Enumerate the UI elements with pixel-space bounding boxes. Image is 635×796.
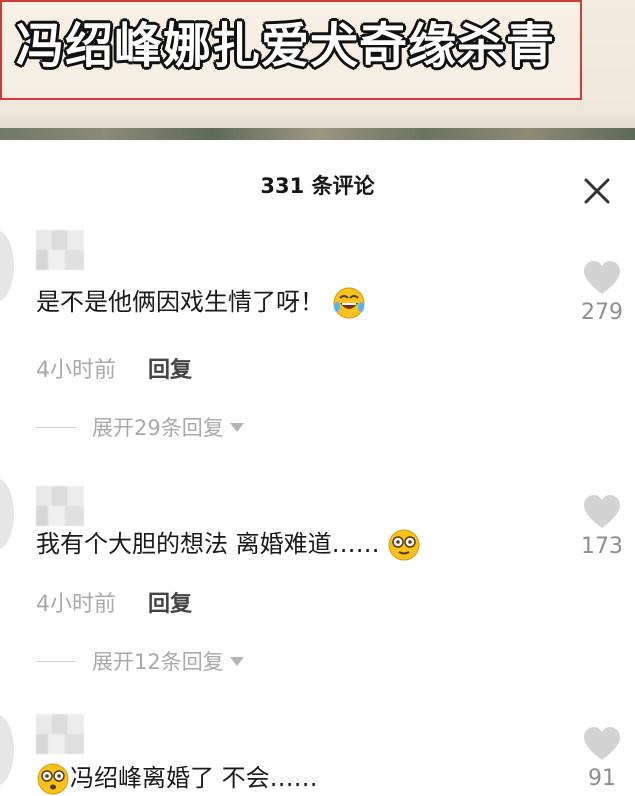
close-icon xyxy=(584,178,610,204)
expand-replies-button[interactable]: 展开12条回复 xyxy=(36,646,244,676)
expand-replies-button[interactable]: 展开29条回复 xyxy=(36,412,244,442)
expand-replies-label: 展开12条回复 xyxy=(92,650,224,674)
reply-button[interactable]: 回复 xyxy=(148,358,192,383)
dizzy-face-emoji-icon xyxy=(388,529,420,561)
username-blurred[interactable] xyxy=(36,230,84,270)
like-count: 173 xyxy=(581,534,623,559)
comment-text-row: 是不是他俩因戏生情了呀！ xyxy=(36,286,366,320)
comment-text: 冯绍峰离婚了 不会…… xyxy=(70,764,318,792)
comment-text-row: 冯绍峰离婚了 不会…… xyxy=(36,762,318,796)
divider xyxy=(36,660,76,662)
avatar[interactable] xyxy=(0,230,14,302)
like-button[interactable]: 279 xyxy=(572,260,632,325)
avatar[interactable] xyxy=(0,478,14,550)
username-blurred[interactable] xyxy=(36,714,84,754)
chevron-down-icon xyxy=(229,422,244,432)
comment-time: 4小时前 xyxy=(36,592,116,617)
close-button[interactable] xyxy=(580,174,614,208)
like-button[interactable]: 173 xyxy=(572,494,632,559)
title-highlight-box: 冯绍峰娜扎爱犬奇缘杀青 xyxy=(0,0,582,100)
like-button[interactable]: 91 xyxy=(572,726,632,791)
avatar[interactable] xyxy=(0,714,14,786)
comment-text: 我有个大胆的想法 离婚难道…… xyxy=(36,530,380,558)
video-banner: 冯绍峰娜扎爱犬奇缘杀青 xyxy=(0,0,635,140)
heart-icon xyxy=(584,261,620,294)
chevron-down-icon xyxy=(229,656,244,666)
comment-count-title: 331 条评论 xyxy=(260,174,375,198)
reply-button[interactable]: 回复 xyxy=(148,592,192,617)
heart-icon xyxy=(584,727,620,760)
comment-text: 是不是他俩因戏生情了呀！ xyxy=(36,288,324,316)
comment-panel: 331 条评论 是不是他俩因戏生情了呀！ 4小时前 回复 展开29条回复 279… xyxy=(0,140,635,796)
comment-time: 4小时前 xyxy=(36,358,116,383)
comment-text-row: 我有个大胆的想法 离婚难道…… xyxy=(36,528,421,562)
comment-meta: 4小时前 回复 xyxy=(36,352,192,384)
like-count: 279 xyxy=(581,300,623,325)
heart-icon xyxy=(584,495,620,528)
dizzy-face-emoji-icon xyxy=(37,763,69,795)
like-count: 91 xyxy=(588,766,616,791)
divider xyxy=(36,426,76,428)
video-title: 冯绍峰娜扎爱犬奇缘杀青 xyxy=(16,18,556,74)
comment-meta: 4小时前 回复 xyxy=(36,586,192,618)
video-frame-strip xyxy=(0,128,635,140)
username-blurred[interactable] xyxy=(36,486,84,526)
expand-replies-label: 展开29条回复 xyxy=(92,416,224,440)
rofl-emoji-icon xyxy=(333,287,365,319)
